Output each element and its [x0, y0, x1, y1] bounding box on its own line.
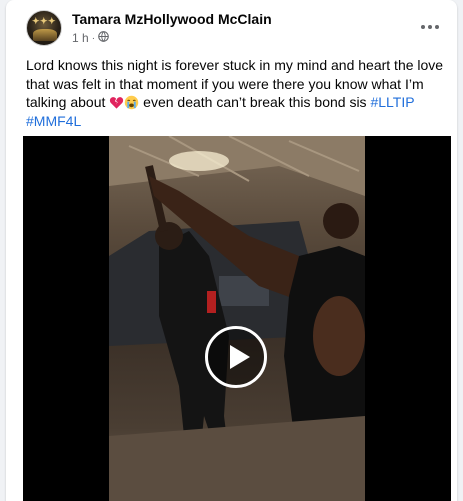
post-timestamp[interactable]: 1 h — [72, 31, 89, 45]
meta-separator: · — [91, 32, 96, 44]
post-header: ✦✦✦ Tamara MzHollywood McClain 1 h · — [6, 0, 457, 50]
hashtag-lltip[interactable]: #LLTIP — [370, 94, 414, 110]
avatar-logo-lettering: ✦✦✦ — [31, 17, 57, 27]
broken-heart-emoji — [109, 94, 124, 110]
loudly-crying-face-emoji — [124, 94, 139, 110]
avatar-image — [33, 29, 57, 41]
post-text: Lord knows this night is forever stuck i… — [26, 56, 446, 130]
post-text-part2: even death can’t break this bond sis — [139, 94, 371, 110]
play-icon — [230, 345, 250, 369]
post-card: ✦✦✦ Tamara MzHollywood McClain 1 h · Lor… — [6, 0, 457, 501]
author-avatar[interactable]: ✦✦✦ — [26, 10, 62, 46]
more-horizontal-icon — [421, 25, 439, 29]
hashtag-mmf4l[interactable]: #MMF4L — [26, 113, 81, 129]
author-name[interactable]: Tamara MzHollywood McClain — [72, 11, 272, 27]
video-frame — [109, 136, 365, 501]
play-button[interactable] — [205, 326, 267, 388]
video-player[interactable] — [23, 136, 451, 501]
more-options-button[interactable] — [415, 12, 445, 42]
globe-icon[interactable] — [98, 31, 109, 45]
post-meta: 1 h · — [72, 31, 109, 45]
